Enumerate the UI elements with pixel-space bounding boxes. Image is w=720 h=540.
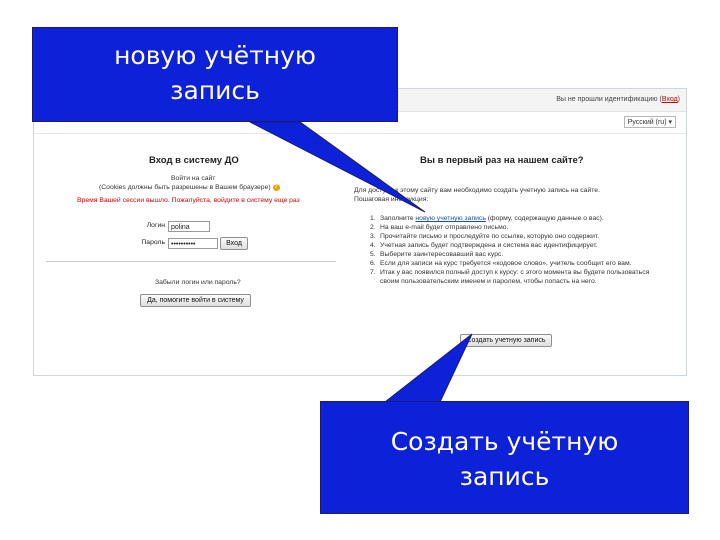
bottom-callout: Создать учётную запись xyxy=(320,401,689,514)
top-callout: новую учётную запись xyxy=(32,27,398,122)
top-callout-line1: новую учётную xyxy=(114,41,316,70)
bottom-callout-line1: Создать учётную xyxy=(390,427,619,456)
bottom-callout-pointer xyxy=(383,333,473,403)
bottom-callout-line2: запись xyxy=(459,462,550,491)
top-callout-line2: запись xyxy=(170,76,260,105)
top-callout-pointer xyxy=(249,121,426,213)
